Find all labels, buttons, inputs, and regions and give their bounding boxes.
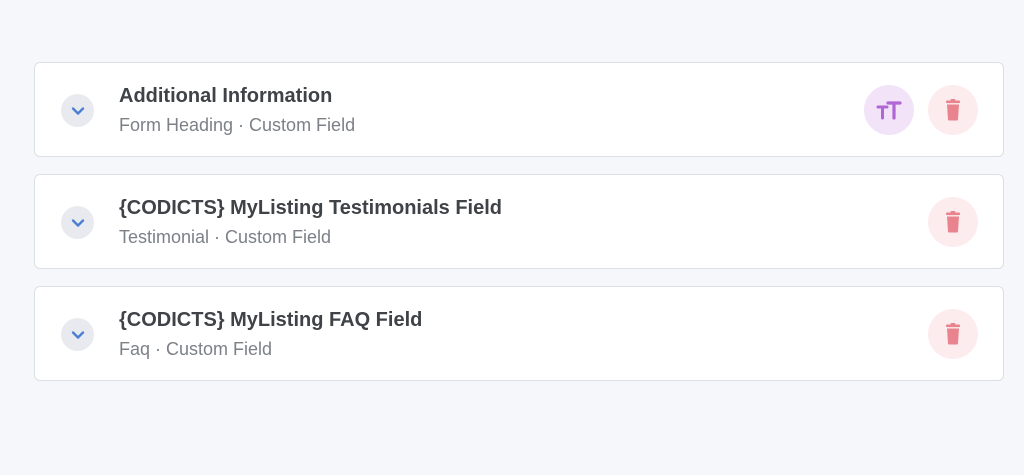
field-row-faq[interactable]: {CODICTS} MyListing FAQ Field Faq · Cust…	[34, 286, 1004, 381]
trash-icon	[946, 99, 960, 121]
expand-toggle-button[interactable]	[61, 206, 94, 239]
field-text: Additional Information Form Heading · Cu…	[119, 84, 355, 136]
field-text: {CODICTS} MyListing Testimonials Field T…	[119, 196, 502, 248]
trash-icon	[946, 323, 960, 345]
delete-button[interactable]	[928, 85, 978, 135]
field-text: {CODICTS} MyListing FAQ Field Faq · Cust…	[119, 308, 422, 360]
text-size-icon	[876, 101, 902, 120]
expand-toggle-button[interactable]	[61, 94, 94, 127]
delete-button[interactable]	[928, 197, 978, 247]
field-subtitle: Testimonial · Custom Field	[119, 227, 332, 247]
chevron-down-icon	[71, 106, 84, 115]
chevron-down-icon	[71, 330, 84, 339]
field-subtitle: Faq · Custom Field	[119, 339, 273, 359]
expand-toggle-button[interactable]	[61, 318, 94, 351]
field-title: Additional Information	[119, 85, 333, 107]
field-list: Additional Information Form Heading · Cu…	[34, 62, 1004, 398]
form-heading-button[interactable]	[864, 85, 914, 135]
field-title: {CODICTS} MyListing Testimonials Field	[119, 197, 503, 219]
field-subtitle: Form Heading · Custom Field	[119, 115, 356, 135]
field-title: {CODICTS} MyListing FAQ Field	[119, 309, 423, 331]
delete-button[interactable]	[928, 309, 978, 359]
field-row-additional-information[interactable]: Additional Information Form Heading · Cu…	[34, 62, 1004, 157]
field-actions	[864, 85, 978, 135]
field-actions	[928, 197, 978, 247]
field-row-testimonials[interactable]: {CODICTS} MyListing Testimonials Field T…	[34, 174, 1004, 269]
trash-icon	[946, 211, 960, 233]
field-actions	[928, 309, 978, 359]
chevron-down-icon	[71, 218, 84, 227]
